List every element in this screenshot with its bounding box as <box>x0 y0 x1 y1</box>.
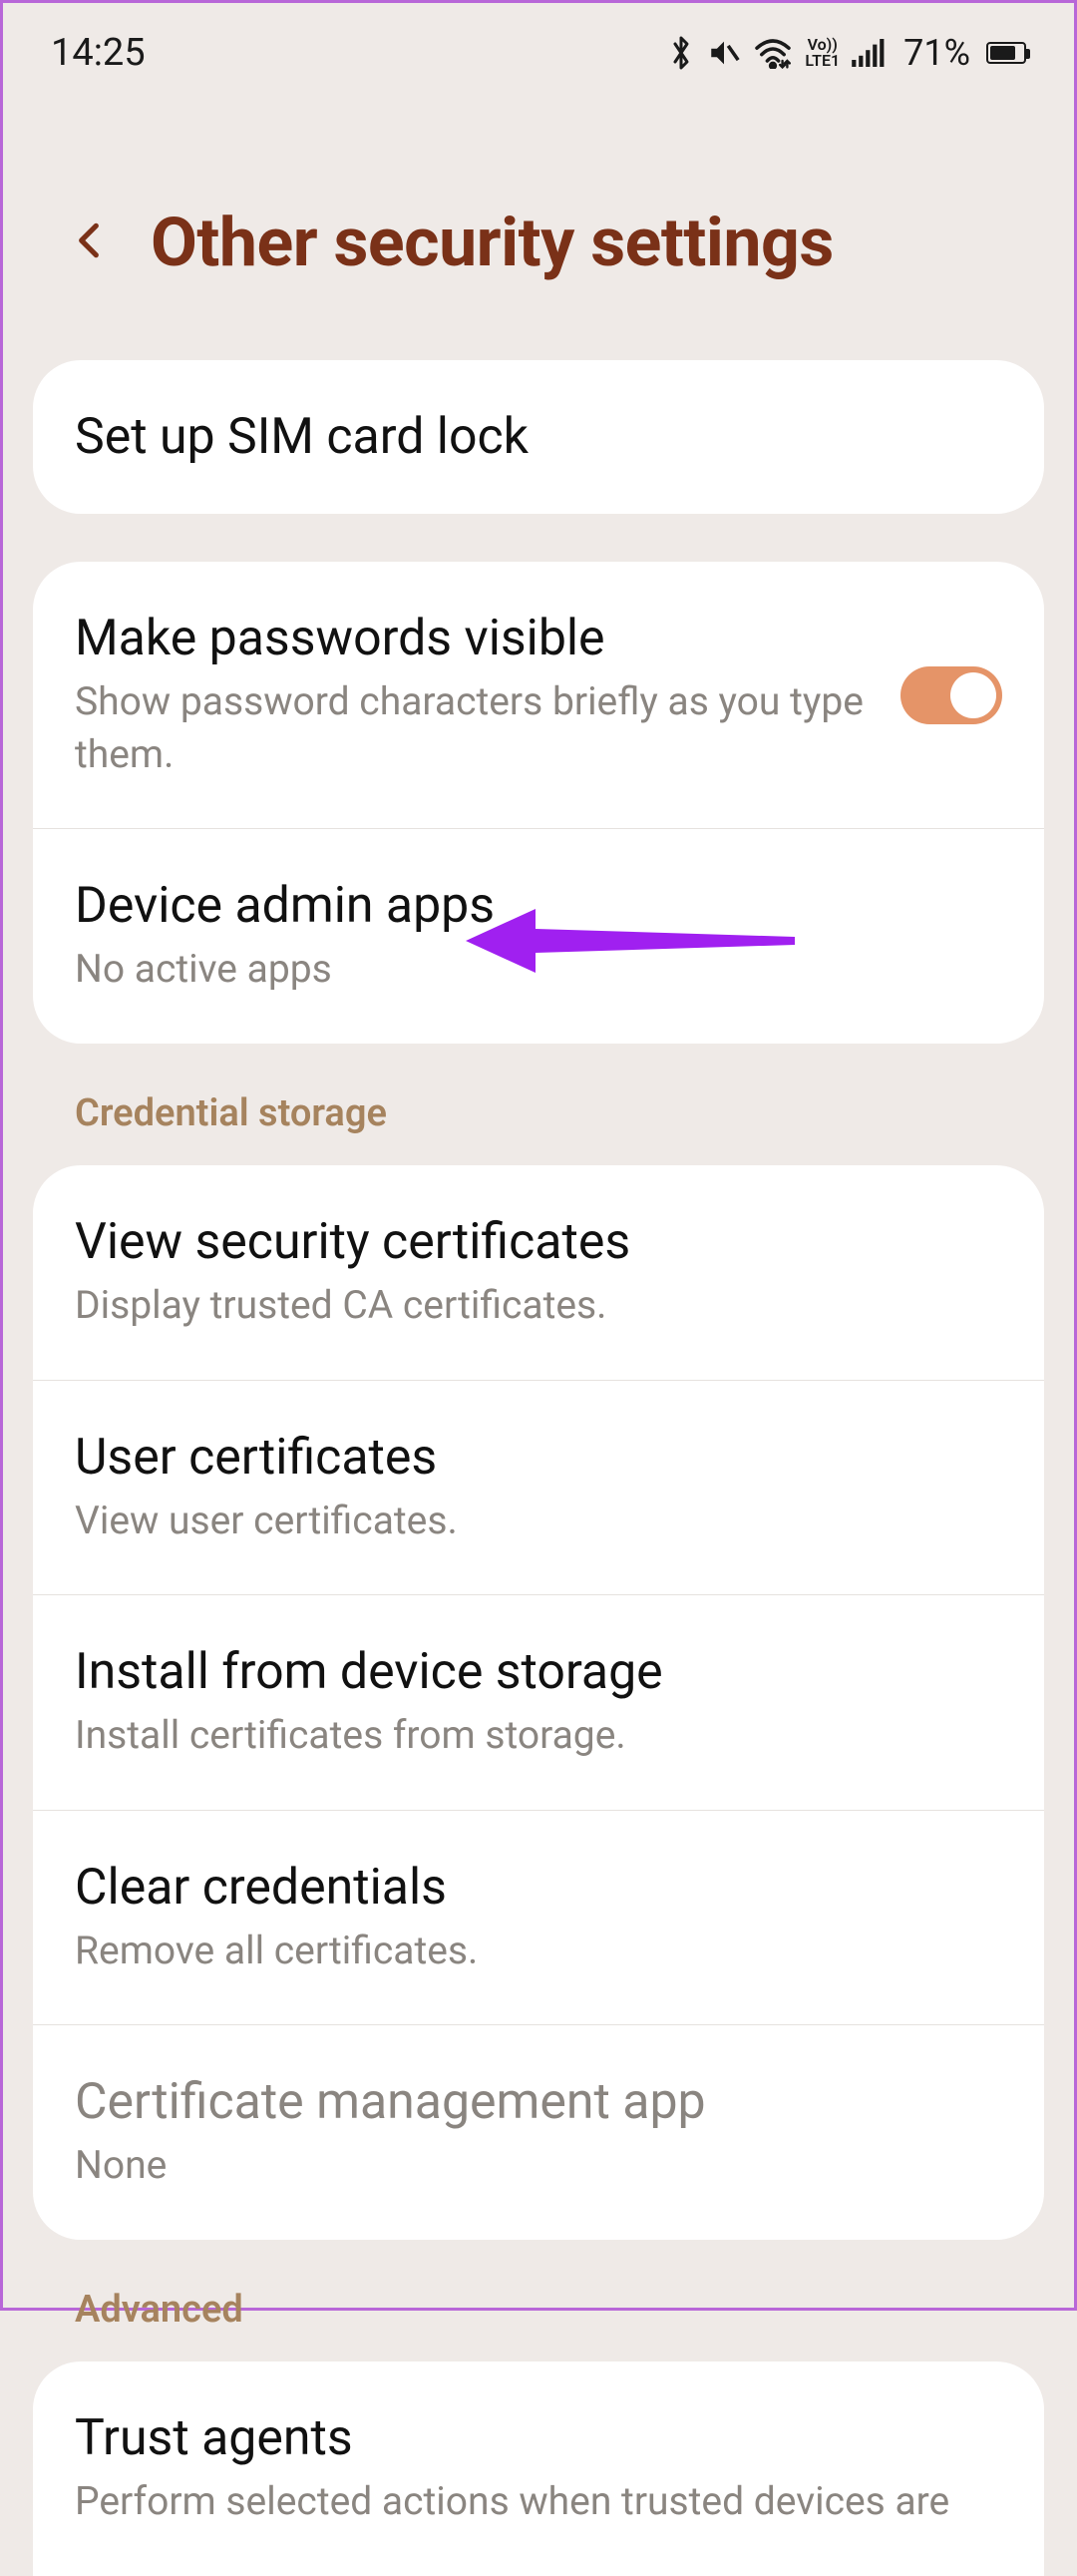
item-install-from-storage[interactable]: Install from device storage Install cert… <box>33 1594 1044 1810</box>
item-device-admin-apps[interactable]: Device admin apps No active apps <box>33 828 1044 1044</box>
item-subtitle: Show password characters briefly as you … <box>75 675 869 780</box>
section-credential-storage: Credential storage <box>3 1091 1074 1165</box>
volte-icon: Vo)) LTE1 <box>805 37 840 69</box>
card-advanced: Trust agents Perform selected actions wh… <box>33 2361 1044 2576</box>
item-title: Make passwords visible <box>75 610 869 667</box>
item-subtitle: Remove all certificates. <box>75 1925 1002 1977</box>
item-title: Set up SIM card lock <box>75 408 1002 466</box>
item-subtitle: No active apps <box>75 943 1002 996</box>
battery-icon <box>986 42 1026 64</box>
item-view-security-certificates[interactable]: View security certificates Display trust… <box>33 1165 1044 1380</box>
item-subtitle: View user certificates. <box>75 1495 1002 1547</box>
item-user-certificates[interactable]: User certificates View user certificates… <box>33 1380 1044 1595</box>
item-title: Device admin apps <box>75 877 1002 935</box>
item-clear-credentials[interactable]: Clear credentials Remove all certificate… <box>33 1810 1044 2025</box>
toggle-passwords-visible[interactable] <box>900 666 1002 724</box>
item-subtitle: Display trusted CA certificates. <box>75 1279 1002 1332</box>
item-subtitle: Perform selected actions when trusted de… <box>75 2475 1002 2528</box>
mute-icon <box>707 36 741 70</box>
back-icon[interactable] <box>67 218 111 266</box>
item-make-passwords-visible[interactable]: Make passwords visible Show password cha… <box>33 562 1044 828</box>
page-title: Other security settings <box>151 203 834 282</box>
signal-icon <box>852 39 886 67</box>
item-subtitle: Install certificates from storage. <box>75 1709 1002 1762</box>
section-advanced: Advanced <box>3 2288 1074 2361</box>
item-sim-card-lock[interactable]: Set up SIM card lock <box>33 360 1044 514</box>
wifi-icon <box>753 37 793 69</box>
item-subtitle: None <box>75 2139 1002 2192</box>
item-certificate-management-app[interactable]: Certificate management app None <box>33 2024 1044 2240</box>
card-passwords-admin: Make passwords visible Show password cha… <box>33 562 1044 1044</box>
status-bar: 14:25 Vo)) LTE1 <box>3 3 1074 103</box>
page-header: Other security settings <box>3 103 1074 342</box>
battery-percent: 71% <box>903 32 970 74</box>
item-title: View security certificates <box>75 1213 1002 1271</box>
card-sim: Set up SIM card lock <box>33 360 1044 514</box>
item-title: Trust agents <box>75 2409 1002 2467</box>
item-title: Clear credentials <box>75 1859 1002 1917</box>
status-time: 14:25 <box>51 31 146 75</box>
item-title: Install from device storage <box>75 1643 1002 1701</box>
item-title: Certificate management app <box>75 2073 1002 2131</box>
status-icons: Vo)) LTE1 71% <box>667 32 1026 74</box>
card-credential: View security certificates Display trust… <box>33 1165 1044 2240</box>
item-title: User certificates <box>75 1429 1002 1487</box>
bluetooth-icon <box>667 35 695 71</box>
item-trust-agents[interactable]: Trust agents Perform selected actions wh… <box>33 2361 1044 2576</box>
